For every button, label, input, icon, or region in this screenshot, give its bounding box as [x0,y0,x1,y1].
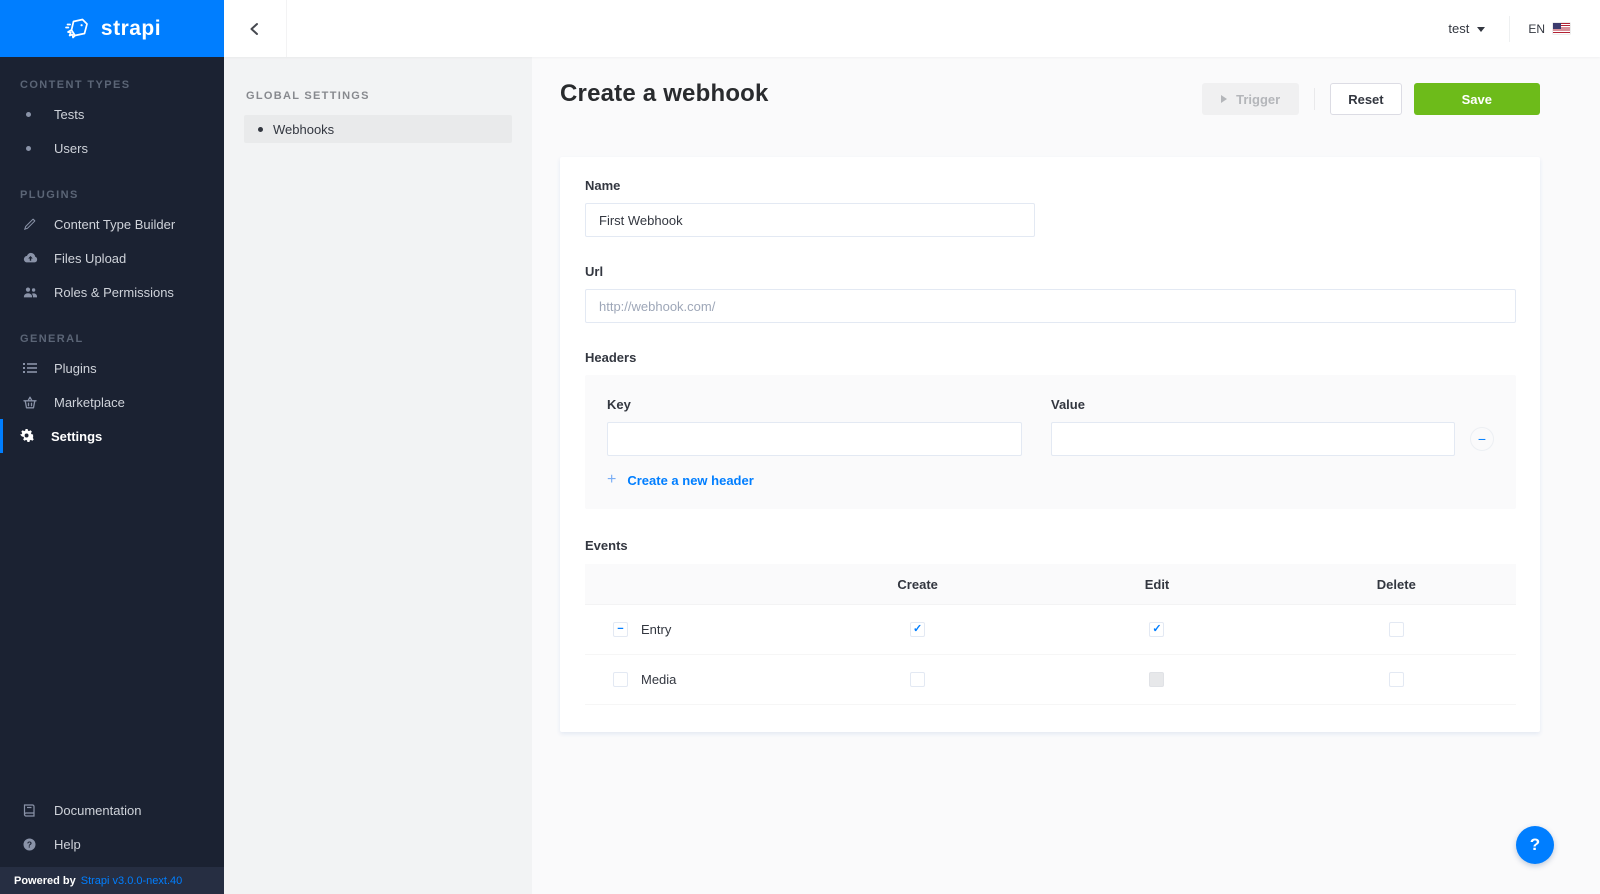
entry-row-checkbox[interactable] [613,622,628,637]
minus-icon: − [1477,431,1487,447]
sidebar-item-help[interactable]: ? Help [0,827,224,861]
help-button[interactable]: ? [1516,826,1554,864]
entry-edit-checkbox[interactable] [1149,622,1165,637]
entry-delete-checkbox[interactable] [1388,622,1404,637]
sidebar-item-tests[interactable]: Tests [0,97,224,131]
headers-field-group: Headers Key Value − + Create a new heade… [585,350,1516,509]
back-button[interactable] [224,0,287,57]
sidebar-item-documentation[interactable]: Documentation [0,793,224,827]
sidebar-section-general: GENERAL Plugins Marketplace Settings [0,319,224,453]
header-value-label: Value [1051,397,1085,412]
pencil-icon [23,217,45,231]
sidebar-item-settings[interactable]: Settings [0,419,224,453]
subnav-title: GLOBAL SETTINGS [246,90,370,102]
sidebar-item-users[interactable]: Users [0,131,224,165]
row-label: Media [641,672,677,687]
sidebar: strapi CONTENT TYPES Tests Users PLUGINS [0,0,224,894]
media-edit-checkbox [1149,672,1165,687]
header-key-input[interactable] [607,422,1022,456]
user-menu[interactable]: test [1442,21,1491,36]
page-actions: Trigger Reset Save [1202,83,1540,115]
locale-label: EN [1528,21,1545,36]
header-key-label: Key [607,397,631,412]
basket-icon [23,396,45,409]
locale-switcher[interactable]: EN [1528,22,1570,36]
save-button[interactable]: Save [1413,83,1540,115]
sidebar-item-roles-permissions[interactable]: Roles & Permissions [0,275,224,309]
bullet-icon [23,111,45,117]
book-icon [23,803,45,817]
reset-button[interactable]: Reset [1330,83,1402,115]
bullet-icon [23,145,45,151]
page-title: Create a webhook [560,80,769,107]
events-table-header: Create Edit Delete [585,564,1516,605]
url-field-group: Url [585,264,1516,323]
powered-by-prefix: Powered by [14,874,76,887]
list-icon [23,362,45,374]
bullet-icon [258,126,263,132]
add-header-link[interactable]: + Create a new header [607,471,754,489]
name-input[interactable] [585,203,1035,237]
header-value-group: Value [1051,397,1455,456]
section-title: PLUGINS [20,189,79,201]
sidebar-section-plugins: PLUGINS Content Type Builder Files Uploa… [0,175,224,309]
column-header-edit: Edit [1144,576,1170,592]
media-create-checkbox[interactable] [910,672,926,687]
topbar-divider [1509,15,1511,42]
remove-header-button[interactable]: − [1470,427,1494,451]
gear-icon [20,429,42,443]
events-table: Create Edit Delete Entry [585,564,1516,705]
name-label: Name [585,178,621,193]
user-menu-label: test [1448,21,1470,36]
svg-text:?: ? [27,839,32,849]
header-value-input[interactable] [1051,422,1455,456]
topbar: test EN [224,0,1600,57]
strapi-logo[interactable]: strapi [0,0,224,57]
entry-create-checkbox[interactable] [910,622,926,637]
caret-down-icon [1477,26,1486,32]
column-header-delete: Delete [1376,576,1416,592]
strapi-rocket-icon [63,15,91,43]
sidebar-menu: CONTENT TYPES Tests Users PLUGINS Conten… [0,57,224,793]
main-content: Create a webhook Trigger Reset Save Name [532,57,1600,894]
sidebar-item-marketplace[interactable]: Marketplace [0,385,224,419]
strapi-logo-text: strapi [100,16,162,40]
media-row-checkbox[interactable] [613,672,628,687]
sidebar-section-content-types: CONTENT TYPES Tests Users [0,65,224,165]
app-window: strapi CONTENT TYPES Tests Users PLUGINS [0,0,1600,894]
actions-divider [1314,88,1316,110]
column-header-create: Create [897,576,938,592]
sidebar-item-plugins[interactable]: Plugins [0,351,224,385]
users-icon [23,286,45,298]
strapi-version-link[interactable]: Strapi v3.0.0-next.40 [81,875,183,887]
cloud-upload-icon [23,252,45,264]
events-field-group: Events Create Edit Delete − Entry ✓ ✓ Me… [585,538,1516,705]
section-title: CONTENT TYPES [20,79,131,91]
section-title: GENERAL [20,333,84,345]
events-label: Events [585,538,628,553]
table-row-entry: Entry [585,605,1516,655]
url-label: Url [585,264,604,279]
chevron-left-icon [247,21,263,37]
webhook-form-card: Name Url Headers Key [560,157,1540,732]
sidebar-item-content-type-builder[interactable]: Content Type Builder [0,207,224,241]
us-flag-icon [1553,23,1570,34]
sidebar-item-files-upload[interactable]: Files Upload [0,241,224,275]
table-row-media: Media [585,655,1516,705]
play-icon [1221,95,1228,103]
settings-subnav: GLOBAL SETTINGS Webhooks [224,57,532,894]
headers-label: Headers [585,350,637,365]
question-circle-icon: ? [23,838,45,851]
trigger-button[interactable]: Trigger [1202,83,1300,115]
powered-by-bar: Powered by Strapi v3.0.0-next.40 [0,867,224,894]
row-label: Entry [641,622,672,637]
sidebar-footer: Documentation ? Help [0,793,224,867]
headers-panel: Key Value − + Create a new header [585,375,1516,509]
name-field-group: Name [585,178,1516,237]
subnav-item-webhooks[interactable]: Webhooks [244,115,512,143]
plus-icon: + [607,471,617,488]
media-delete-checkbox[interactable] [1388,672,1404,687]
header-key-group: Key [607,397,1022,456]
url-input[interactable] [585,289,1516,323]
